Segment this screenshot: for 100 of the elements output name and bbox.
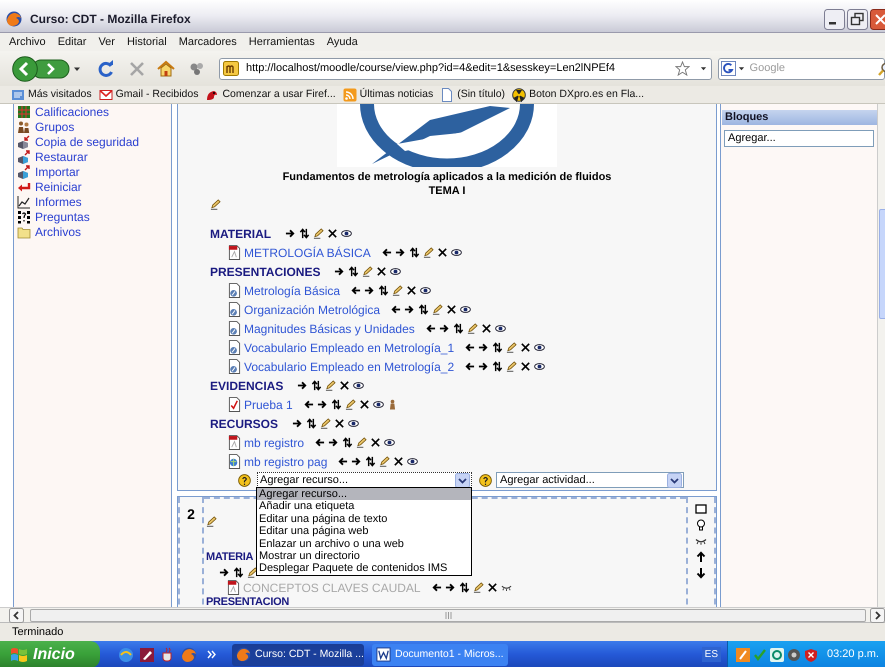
search-engine-icon[interactable]: [720, 61, 736, 76]
up-down-arrows-icon[interactable]: [408, 247, 420, 258]
caret-icon[interactable]: [73, 64, 81, 72]
eye-icon[interactable]: [407, 456, 418, 467]
eye-icon[interactable]: [353, 380, 364, 391]
sidebar-link[interactable]: Grupos: [35, 118, 74, 136]
resource-link[interactable]: Prueba 1: [244, 396, 293, 414]
eye-icon[interactable]: [390, 266, 402, 277]
home-icon[interactable]: [157, 60, 175, 78]
bookmark-link[interactable]: Boton DXpro.es en Fla...: [529, 86, 644, 102]
add-block-select[interactable]: Agregar...: [724, 130, 874, 147]
up-down-arrows-icon[interactable]: [311, 380, 322, 391]
bookmark-link[interactable]: (Sin título): [457, 86, 506, 102]
menu-item[interactable]: Archivo: [9, 34, 46, 50]
up-down-arrows-icon[interactable]: [365, 456, 376, 467]
left-arrow-icon[interactable]: [380, 247, 392, 258]
left-arrow-icon[interactable]: [302, 399, 314, 410]
tray-gear-icon[interactable]: [787, 648, 802, 662]
scroll-right-icon[interactable]: [870, 608, 885, 622]
up-down-arrows-icon[interactable]: [348, 266, 360, 277]
sidebar-link[interactable]: Copia de seguridad: [35, 132, 140, 150]
resource-link[interactable]: Vocabulario Empleado en Metrología_1: [244, 338, 454, 356]
pencil-icon[interactable]: [320, 418, 332, 429]
delete-icon[interactable]: [436, 247, 448, 258]
delete-icon[interactable]: [376, 266, 388, 277]
right-arrow-icon[interactable]: [292, 418, 304, 429]
eye-icon[interactable]: [348, 418, 360, 429]
left-arrow-icon[interactable]: [314, 437, 326, 448]
up-down-arrows-icon[interactable]: [233, 567, 244, 578]
left-arrow-icon[interactable]: [390, 304, 402, 315]
browser-logo-icon[interactable]: [181, 646, 197, 662]
square-icon[interactable]: [695, 503, 707, 515]
pencil-icon[interactable]: [356, 437, 368, 448]
dropdown-option[interactable]: Enlazar un archivo o una web: [257, 538, 471, 550]
address-bar[interactable]: http://localhost/moodle/course/view.php?id=4&edit=1&sesskey=Len2lNPEf4: [219, 58, 712, 80]
eye-icon[interactable]: [450, 247, 462, 258]
sidebar-link[interactable]: Archivos: [35, 222, 82, 240]
cluster-icon[interactable]: [189, 60, 205, 76]
pencil-icon[interactable]: [422, 247, 434, 258]
resource-link[interactable]: METROLOGÍA BÁSICA: [244, 244, 371, 262]
scroll-left-icon[interactable]: [9, 608, 24, 622]
taskbar-button[interactable]: Curso: CDT - Mozilla ...: [232, 644, 364, 666]
sidebar-link[interactable]: Reiniciar: [35, 178, 82, 196]
up-down-arrows-icon[interactable]: [452, 323, 464, 334]
up-down-arrows-icon[interactable]: [299, 228, 310, 239]
pencil-icon[interactable]: [379, 456, 390, 467]
star-icon[interactable]: [674, 61, 690, 76]
tray-check-icon[interactable]: [753, 648, 768, 662]
back-forward-icon[interactable]: [12, 56, 70, 82]
bookmark-link[interactable]: Gmail - Recibidos: [116, 86, 198, 102]
delete-icon[interactable]: [339, 380, 350, 391]
up-down-arrows-icon[interactable]: [378, 285, 390, 296]
menu-item[interactable]: Herramientas: [248, 34, 315, 50]
caret-icon[interactable]: [738, 65, 745, 72]
delete-icon[interactable]: [520, 342, 532, 353]
dropdown-option[interactable]: Editar una página web: [257, 525, 471, 538]
right-arrow-icon[interactable]: [438, 323, 450, 334]
sidebar-link[interactable]: Restaurar: [35, 148, 88, 166]
pencil-icon[interactable]: [392, 285, 404, 296]
vertical-scrollbar[interactable]: [877, 104, 885, 607]
down-arrow-icon[interactable]: [695, 567, 707, 579]
resource-link[interactable]: mb registro: [244, 434, 304, 452]
left-arrow-icon[interactable]: [337, 456, 348, 467]
right-arrow-icon[interactable]: [328, 437, 340, 448]
help-icon[interactable]: [479, 474, 492, 486]
right-arrow-icon[interactable]: [285, 228, 296, 239]
eye-icon[interactable]: [534, 342, 546, 353]
up-down-arrows-icon[interactable]: [458, 582, 470, 593]
scrollbar-thumb[interactable]: [30, 608, 866, 622]
eye-icon[interactable]: [384, 437, 396, 448]
delete-icon[interactable]: [393, 456, 404, 467]
delete-icon[interactable]: [480, 323, 492, 334]
pencil-icon[interactable]: [506, 361, 518, 372]
left-arrow-icon[interactable]: [350, 285, 362, 296]
pencil-icon[interactable]: [313, 228, 324, 239]
dropdown-option[interactable]: Añadir una etiqueta: [257, 500, 471, 513]
right-arrow-icon[interactable]: [297, 380, 308, 391]
left-arrow-icon[interactable]: [430, 582, 442, 593]
up-down-arrows-icon[interactable]: [342, 437, 354, 448]
right-arrow-icon[interactable]: [351, 456, 362, 467]
up-down-arrows-icon[interactable]: [330, 399, 342, 410]
eye-icon[interactable]: [420, 285, 432, 296]
tray-app-icon[interactable]: [736, 648, 750, 662]
language-indicator[interactable]: ES: [702, 647, 722, 662]
resource-link[interactable]: Metrología Básica: [244, 282, 340, 300]
add-activity-select[interactable]: Agregar actividad...: [496, 472, 684, 488]
delete-icon[interactable]: [334, 418, 346, 429]
delete-icon[interactable]: [327, 228, 338, 239]
pencil-icon[interactable]: [506, 342, 518, 353]
pencil-icon[interactable]: [344, 399, 356, 410]
right-arrow-icon[interactable]: [478, 342, 490, 353]
sidebar-link[interactable]: Calificaciones: [35, 104, 110, 120]
menu-item[interactable]: Ayuda: [326, 34, 358, 50]
pencil-icon[interactable]: [466, 323, 478, 334]
right-arrow-icon[interactable]: [444, 582, 456, 593]
caret-icon[interactable]: [700, 65, 707, 72]
menu-item[interactable]: Marcadores: [178, 34, 237, 50]
delete-icon[interactable]: [446, 304, 458, 315]
bookmark-link[interactable]: Más visitados: [28, 86, 92, 102]
delete-icon[interactable]: [358, 399, 370, 410]
